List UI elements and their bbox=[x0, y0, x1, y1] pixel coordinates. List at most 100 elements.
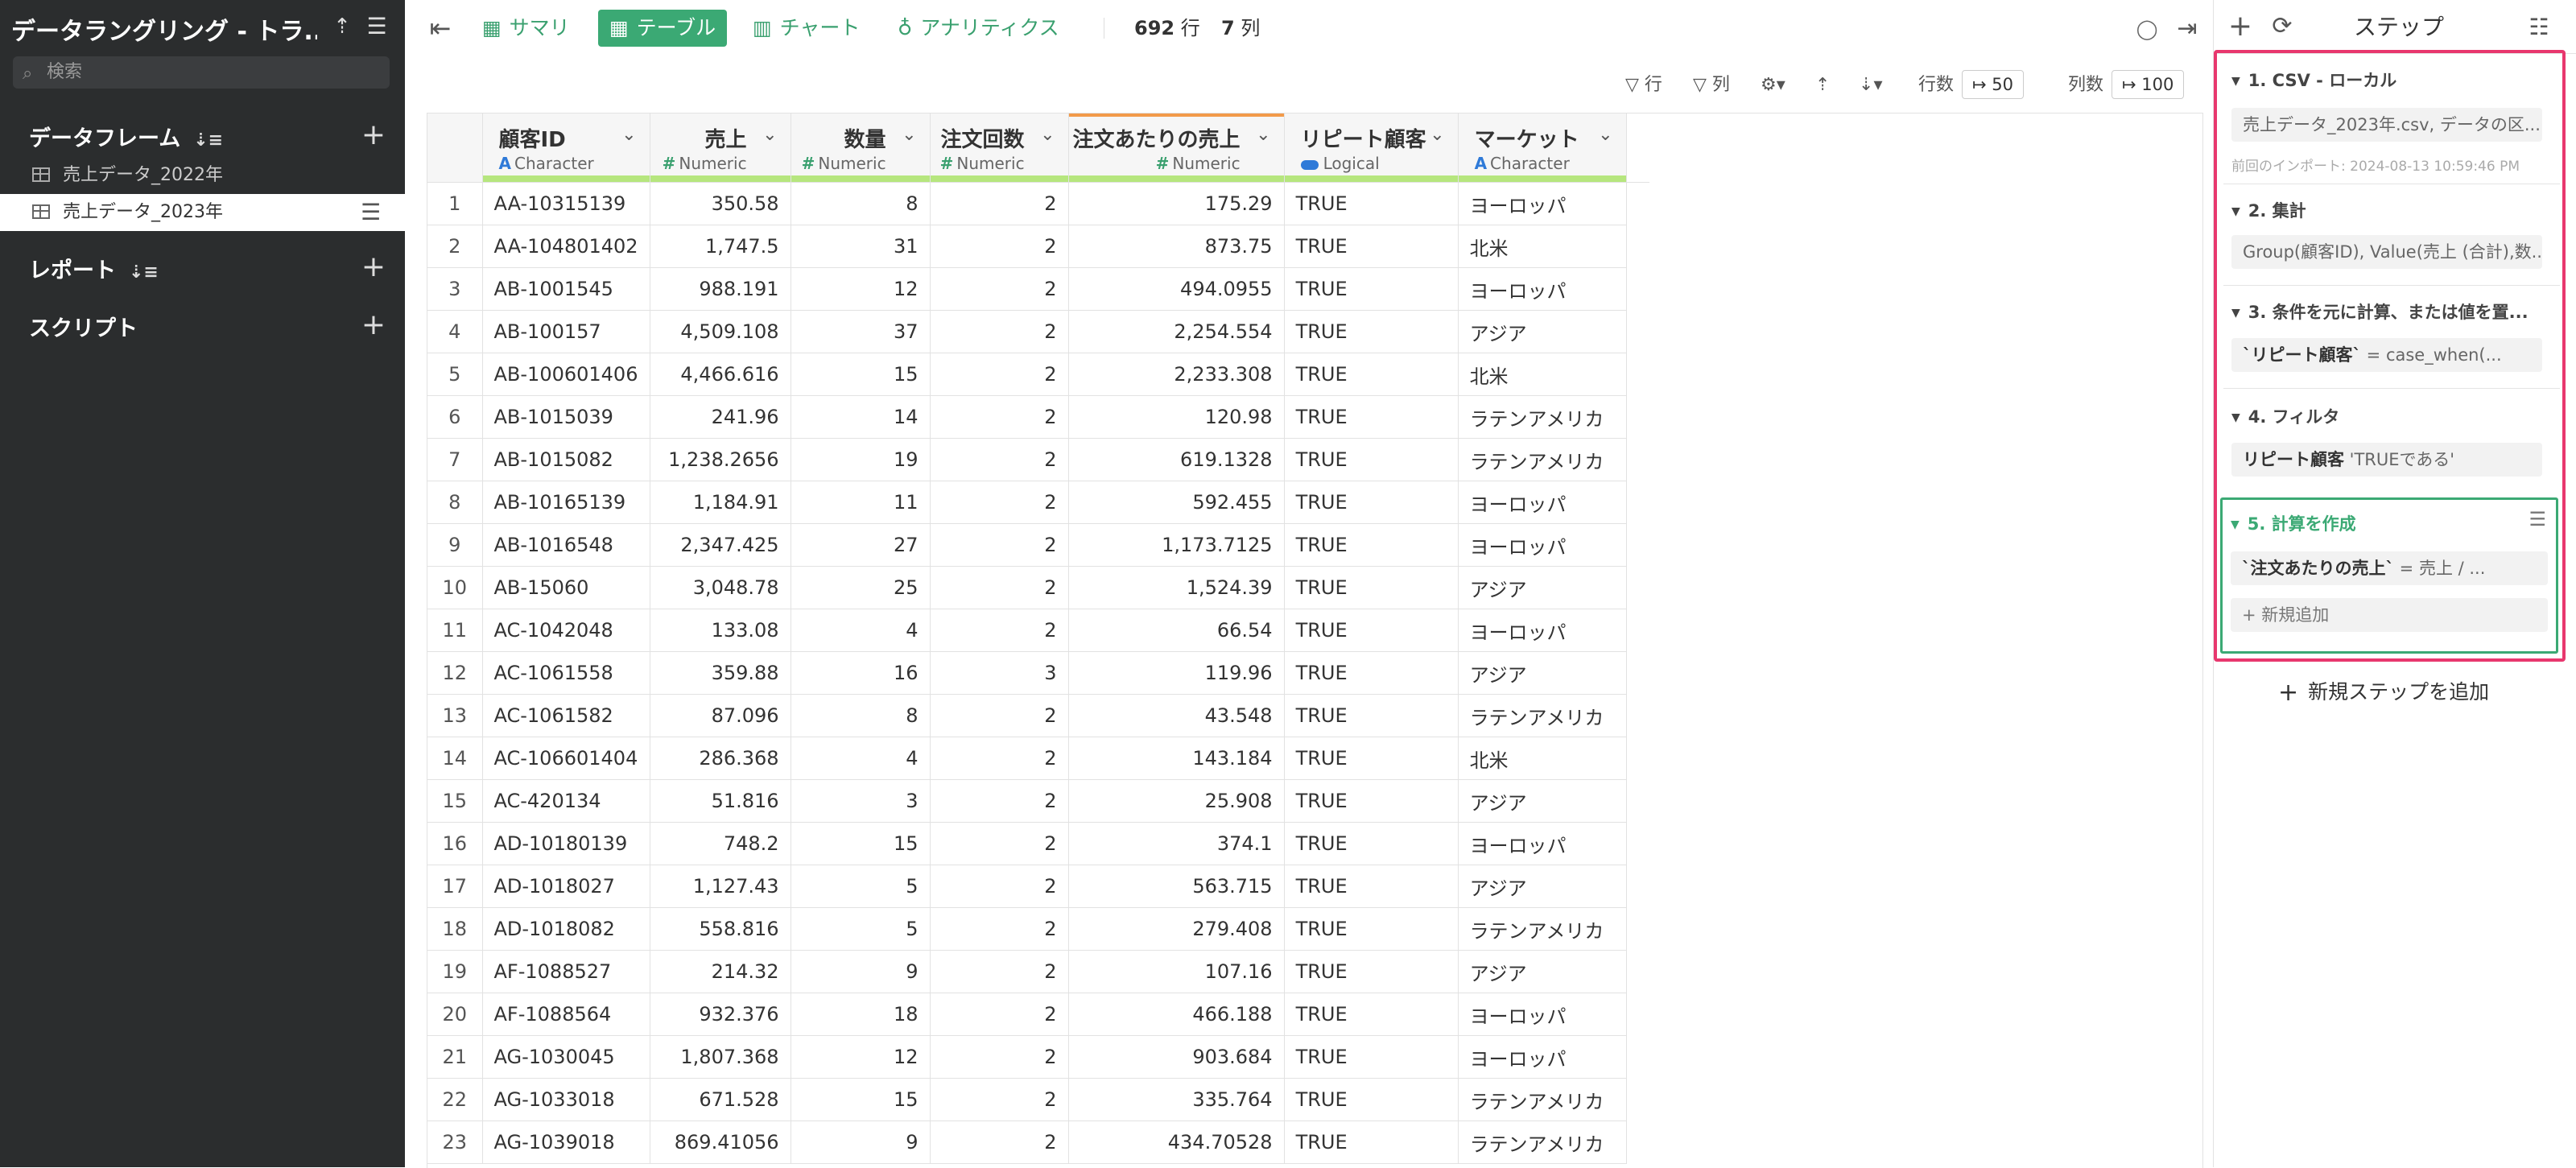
table-cell[interactable]: ラテンアメリカ bbox=[1458, 438, 1627, 481]
row-number[interactable]: 4 bbox=[427, 310, 483, 353]
row-number[interactable]: 12 bbox=[427, 651, 483, 695]
add-new-step-button[interactable]: + 新規ステップを追加 bbox=[2278, 676, 2520, 708]
table-row[interactable]: 14 AC-106601404 286.368 4 2 143.184 TRUE 北米 bbox=[427, 737, 1649, 780]
step-body[interactable]: 売上データ_2023年.csv, データの区... bbox=[2231, 108, 2542, 142]
table-cell[interactable]: AD-10180139 bbox=[482, 822, 650, 865]
expand-panel-icon[interactable]: ⇥ bbox=[2173, 14, 2202, 43]
table-cell[interactable]: 335.764 bbox=[1068, 1078, 1285, 1121]
table-cell[interactable]: TRUE bbox=[1284, 950, 1459, 993]
table-cell[interactable]: 671.528 bbox=[650, 1078, 791, 1121]
table-cell[interactable]: 558.816 bbox=[650, 907, 791, 951]
table-cell[interactable]: TRUE bbox=[1284, 1121, 1459, 1164]
table-cell[interactable]: 120.98 bbox=[1068, 395, 1285, 439]
step-filter[interactable]: ▼ 4. フィルタ リピート顧客 'TRUEである' bbox=[2223, 390, 2560, 494]
table-cell[interactable]: 8 bbox=[791, 694, 931, 737]
column-header[interactable]: 数量 ⌄ # Numeric bbox=[791, 113, 931, 183]
table-cell[interactable]: 2 bbox=[930, 609, 1069, 652]
upload-button[interactable]: ⇡ bbox=[1815, 69, 1830, 101]
table-cell[interactable]: 3,048.78 bbox=[650, 566, 791, 609]
table-cell[interactable]: 1,747.5 bbox=[650, 225, 791, 268]
table-cell[interactable]: 619.1328 bbox=[1068, 438, 1285, 481]
table-cell[interactable]: 133.08 bbox=[650, 609, 791, 652]
column-menu-chevron-icon[interactable]: ⌄ bbox=[621, 125, 636, 145]
table-cell[interactable]: 494.0955 bbox=[1068, 267, 1285, 311]
step-menu-icon[interactable]: ☰ bbox=[2529, 508, 2546, 530]
row-number[interactable]: 13 bbox=[427, 694, 483, 737]
add-dataframe-button[interactable]: + bbox=[361, 121, 386, 150]
table-cell[interactable]: AG-1033018 bbox=[482, 1078, 650, 1121]
row-number[interactable]: 15 bbox=[427, 779, 483, 823]
table-cell[interactable]: 214.32 bbox=[650, 950, 791, 993]
table-row[interactable]: 17 AD-1018027 1,127.43 5 2 563.715 TRUE アジア bbox=[427, 865, 1649, 908]
table-row[interactable]: 22 AG-1033018 671.528 15 2 335.764 TRUE ラテンアメリカ bbox=[427, 1078, 1649, 1121]
table-cell[interactable]: 51.816 bbox=[650, 779, 791, 823]
table-cell[interactable]: AB-1016548 bbox=[482, 523, 650, 567]
sort-icon[interactable]: ⇣≡ bbox=[193, 130, 223, 151]
step-body[interactable]: Group(顧客ID), Value(売上 (合計),数... bbox=[2231, 235, 2542, 269]
table-cell[interactable]: ラテンアメリカ bbox=[1458, 1078, 1627, 1121]
table-cell[interactable]: 3 bbox=[930, 651, 1069, 695]
table-cell[interactable]: 2 bbox=[930, 438, 1069, 481]
table-cell[interactable]: 119.96 bbox=[1068, 651, 1285, 695]
table-cell[interactable]: 241.96 bbox=[650, 395, 791, 439]
table-cell[interactable]: 5 bbox=[791, 907, 931, 951]
table-cell[interactable]: TRUE bbox=[1284, 481, 1459, 524]
table-cell[interactable]: 4,509.108 bbox=[650, 310, 791, 353]
tab-chart[interactable]: ▥ チャート bbox=[753, 10, 860, 47]
table-cell[interactable]: 5 bbox=[791, 865, 931, 908]
tab-analytics[interactable]: ♁ アナリティクス bbox=[898, 10, 1059, 47]
table-cell[interactable]: 北米 bbox=[1458, 737, 1627, 780]
table-cell[interactable]: 9 bbox=[791, 950, 931, 993]
step-body[interactable]: `リピート顧客` = case_when(... bbox=[2231, 338, 2542, 372]
tab-summary[interactable]: ▦ サマリ bbox=[482, 10, 570, 47]
row-number[interactable]: 17 bbox=[427, 865, 483, 908]
rows-limit-input[interactable]: ↦ 50 bbox=[1962, 70, 2025, 99]
table-cell[interactable]: 932.376 bbox=[650, 993, 791, 1036]
table-cell[interactable]: 2 bbox=[930, 1035, 1069, 1079]
tab-table[interactable]: ▦ テーブル bbox=[598, 10, 728, 47]
row-number[interactable]: 8 bbox=[427, 481, 483, 524]
table-cell[interactable]: 2 bbox=[930, 481, 1069, 524]
step-csv-local[interactable]: ▼ 1. CSV - ローカル 売上データ_2023年.csv, データの区...… bbox=[2223, 56, 2560, 185]
collapse-sidebar-icon[interactable]: ⇤ bbox=[424, 10, 456, 47]
table-cell[interactable]: 903.684 bbox=[1068, 1035, 1285, 1079]
table-cell[interactable]: 107.16 bbox=[1068, 950, 1285, 993]
table-row[interactable]: 1 AA-10315139 350.58 8 2 175.29 TRUE ヨーロッパ bbox=[427, 182, 1649, 225]
table-cell[interactable]: 66.54 bbox=[1068, 609, 1285, 652]
table-cell[interactable]: ヨーロッパ bbox=[1458, 1035, 1627, 1079]
table-cell[interactable]: 374.1 bbox=[1068, 822, 1285, 865]
column-header[interactable]: 顧客ID ⌄ A Character bbox=[482, 113, 650, 183]
table-cell[interactable]: TRUE bbox=[1284, 523, 1459, 567]
table-cell[interactable]: ヨーロッパ bbox=[1458, 267, 1627, 311]
refresh-icon[interactable]: ⟳ bbox=[2268, 13, 2296, 40]
table-cell[interactable]: AF-1088564 bbox=[482, 993, 650, 1036]
column-menu-chevron-icon[interactable]: ⌄ bbox=[1256, 125, 1270, 145]
table-cell[interactable]: アジア bbox=[1458, 310, 1627, 353]
row-number[interactable]: 3 bbox=[427, 267, 483, 311]
column-filter-button[interactable]: ▽ 列 bbox=[1693, 69, 1730, 101]
table-cell[interactable]: アジア bbox=[1458, 950, 1627, 993]
table-cell[interactable]: 2 bbox=[930, 395, 1069, 439]
settings-sliders-icon[interactable]: ☷ bbox=[2523, 13, 2555, 42]
table-cell[interactable]: 2 bbox=[930, 225, 1069, 268]
table-cell[interactable]: 350.58 bbox=[650, 182, 791, 225]
add-script-button[interactable]: + bbox=[361, 311, 386, 340]
table-cell[interactable]: 2 bbox=[930, 566, 1069, 609]
table-cell[interactable]: 175.29 bbox=[1068, 182, 1285, 225]
table-cell[interactable]: 563.715 bbox=[1068, 865, 1285, 908]
table-cell[interactable]: AB-1015082 bbox=[482, 438, 650, 481]
table-row[interactable]: 13 AC-1061582 87.096 8 2 43.548 TRUE ラテンアメリカ bbox=[427, 694, 1649, 737]
table-cell[interactable]: 1,173.7125 bbox=[1068, 523, 1285, 567]
table-cell[interactable]: 2,233.308 bbox=[1068, 353, 1285, 396]
table-cell[interactable]: AF-1088527 bbox=[482, 950, 650, 993]
table-cell[interactable]: AD-1018082 bbox=[482, 907, 650, 951]
table-cell[interactable]: 2 bbox=[930, 907, 1069, 951]
sidebar-item-dataframe-2023[interactable]: 売上データ_2023年 ☰ bbox=[0, 194, 405, 231]
add-step-icon[interactable]: + bbox=[2227, 12, 2254, 41]
column-menu-chevron-icon[interactable]: ⌄ bbox=[902, 125, 916, 145]
table-cell[interactable]: アジア bbox=[1458, 865, 1627, 908]
row-number[interactable]: 5 bbox=[427, 353, 483, 396]
table-cell[interactable]: 2 bbox=[930, 737, 1069, 780]
table-cell[interactable]: ラテンアメリカ bbox=[1458, 1121, 1627, 1164]
table-cell[interactable]: 286.368 bbox=[650, 737, 791, 780]
